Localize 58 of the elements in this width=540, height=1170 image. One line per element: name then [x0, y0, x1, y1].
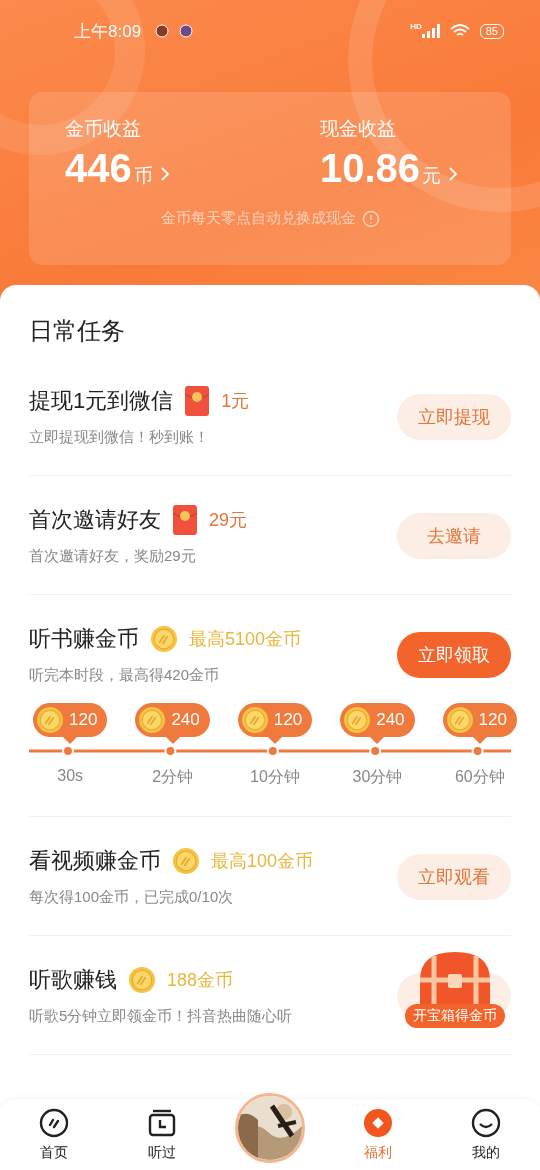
nav-tab[interactable]: 福利: [324, 1100, 432, 1170]
task-button[interactable]: 立即提现: [397, 393, 511, 440]
task-description: 听歌5分钟立即领金币！抖音热曲随心听: [29, 1007, 294, 1026]
diamond-coin-icon: [363, 1108, 393, 1138]
coin-icon: [173, 848, 199, 874]
task-title: 听歌赚钱: [29, 966, 117, 994]
task-reward: 最高100金币: [211, 850, 314, 873]
milestone-time: 30分钟: [352, 767, 403, 787]
chevron-icon[interactable]: [449, 166, 458, 181]
home-icon: [39, 1108, 69, 1138]
coin-icon: [129, 967, 155, 993]
task-description: 每次得100金币，已完成0/10次: [29, 888, 235, 907]
task-reward: 最高5100金币: [189, 628, 302, 651]
task-description: 听完本时段，最高得420金币: [29, 666, 221, 685]
coin-icon: [151, 626, 177, 652]
task-reward: 29元: [209, 509, 248, 532]
app-notification-icon: [179, 24, 194, 38]
coin-icon: [241, 707, 268, 733]
network-label: HD: [410, 21, 422, 31]
info-icon[interactable]: [361, 209, 380, 228]
milestone-time: 2分钟: [152, 767, 194, 787]
task-button[interactable]: 立即观看: [397, 853, 511, 900]
smile-icon: [471, 1108, 501, 1138]
nav-tab[interactable]: 我的: [432, 1100, 540, 1170]
envelope-icon: [185, 386, 210, 416]
section-title: 日常任务: [29, 316, 126, 346]
exchange-note: 金币每天零点自动兑换成现金: [160, 209, 356, 228]
task-title: 提现1元到微信: [29, 387, 174, 415]
nav-tab[interactable]: 听过: [108, 1100, 216, 1170]
earnings-amount[interactable]: 446币: [65, 146, 220, 191]
task-title: 看视频赚金币: [29, 847, 161, 875]
status-time: 上午8:09: [74, 20, 142, 43]
signal-icon: [421, 24, 440, 38]
milestone-time: 60分钟: [454, 767, 505, 787]
battery-level: 85: [479, 23, 504, 39]
task-reward: 188金币: [167, 969, 234, 992]
milestone-time: 10分钟: [250, 767, 300, 787]
coin-icon: [446, 707, 473, 733]
task-button[interactable]: 去邀请: [397, 512, 511, 559]
nav-tab[interactable]: 首页: [0, 1100, 108, 1170]
task-title: 听书赚金币: [29, 625, 139, 653]
earnings-label: 金币收益: [65, 117, 142, 141]
earnings-label: 现金收益: [320, 117, 397, 141]
milestone-time: 30s: [57, 767, 84, 785]
clock-card-icon: [147, 1108, 177, 1138]
chevron-icon[interactable]: [160, 166, 169, 181]
app-notification-icon: [155, 24, 170, 38]
task-description: 立即提现到微信！秒到账！: [29, 428, 210, 447]
envelope-icon: [173, 505, 197, 535]
task-title: 首次邀请好友: [29, 506, 161, 534]
coin-icon: [37, 707, 63, 733]
task-description: 首次邀请好友，奖励29元: [29, 547, 197, 566]
task-reward: 1元: [221, 390, 250, 413]
coin-icon: [344, 707, 371, 733]
task-button[interactable]: 立即领取: [397, 631, 511, 678]
earnings-amount[interactable]: 10.86 元: [320, 146, 475, 191]
wifi-icon: [449, 24, 470, 38]
coin-icon: [139, 707, 166, 733]
